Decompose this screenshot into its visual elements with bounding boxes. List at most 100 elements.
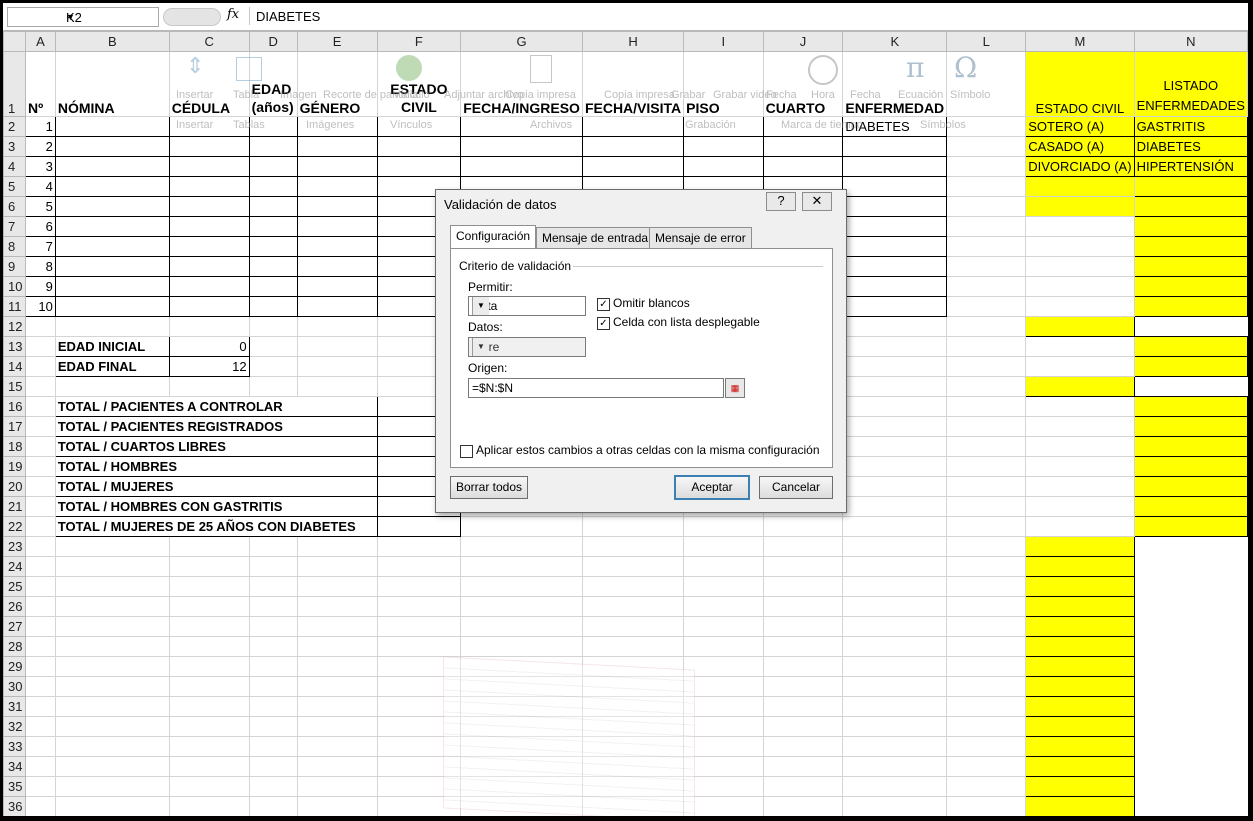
grid-cell[interactable] (24, 756, 56, 777)
grid-cell[interactable] (842, 736, 948, 757)
grid-cell[interactable] (460, 136, 583, 157)
grid-cell[interactable] (842, 496, 948, 517)
grid-cell[interactable] (248, 116, 298, 137)
grid-cell[interactable] (54, 576, 170, 597)
grid-cell[interactable] (460, 116, 583, 137)
grid-cell[interactable] (581, 596, 685, 617)
grid-cell[interactable] (683, 596, 764, 617)
grid-cell[interactable] (54, 256, 170, 277)
grid-cell[interactable] (248, 256, 298, 277)
grid-cell[interactable] (946, 556, 1027, 577)
grid-cell[interactable] (24, 776, 56, 797)
column-header-e[interactable]: E (296, 31, 378, 52)
estado-civil-list-item[interactable]: DIVORCIADO (A) (1025, 156, 1135, 177)
grid-cell[interactable] (296, 116, 378, 137)
patient-number-cell[interactable]: 9 (24, 276, 56, 297)
grid-cell[interactable] (168, 636, 250, 657)
grid-cell[interactable] (296, 176, 378, 197)
grid-cell[interactable] (24, 576, 56, 597)
grid-cell[interactable] (248, 796, 298, 816)
patient-number-cell[interactable]: 6 (24, 216, 56, 237)
grid-cell[interactable] (248, 316, 298, 337)
grid-cell[interactable] (842, 556, 948, 577)
grid-cell[interactable] (54, 276, 170, 297)
tab-configuracion[interactable]: Configuración (450, 225, 537, 248)
grid-cell[interactable] (296, 216, 378, 237)
header-cell-fecha-ingreso[interactable]: FECHA/INGRESO (460, 51, 583, 117)
grid-cell[interactable] (946, 616, 1027, 637)
grid-cell[interactable] (946, 156, 1027, 177)
grid-cell[interactable] (54, 296, 170, 317)
grid-cell[interactable] (296, 756, 378, 777)
grid-cell[interactable] (842, 256, 948, 277)
grid-cell[interactable] (54, 736, 170, 757)
edad-final-label[interactable]: EDAD FINAL (54, 356, 170, 377)
grid-cell[interactable] (168, 256, 250, 277)
grid-cell[interactable] (1025, 236, 1135, 257)
grid-cell[interactable] (168, 136, 250, 157)
range-picker-icon[interactable]: ▦ (725, 378, 745, 398)
grid-cell[interactable] (946, 696, 1027, 717)
grid-cell[interactable] (1133, 476, 1248, 497)
row-header[interactable]: 7 (3, 216, 26, 237)
column-header-m[interactable]: M (1025, 31, 1135, 52)
grid-cell[interactable] (376, 556, 462, 577)
grid-cell[interactable] (762, 536, 844, 557)
grid-cell[interactable] (946, 436, 1027, 457)
grid-cell[interactable] (168, 116, 250, 137)
grid-cell[interactable] (1025, 436, 1135, 457)
estado-civil-list-item[interactable]: SOTERO (A) (1025, 116, 1135, 137)
grid-cell[interactable] (683, 796, 764, 816)
grid-cell[interactable] (296, 736, 378, 757)
grid-cell[interactable] (24, 376, 56, 397)
grid-cell[interactable] (248, 536, 298, 557)
grid-cell[interactable] (54, 176, 170, 197)
grid-cell[interactable] (762, 636, 844, 657)
patient-number-cell[interactable]: 5 (24, 196, 56, 217)
grid-cell[interactable] (762, 616, 844, 637)
header-cell-enfermedad[interactable]: ENFERMEDAD (842, 51, 948, 117)
grid-cell[interactable] (1133, 176, 1248, 197)
grid-cell[interactable] (762, 116, 844, 137)
grid-cell[interactable] (296, 536, 378, 557)
grid-cell[interactable] (683, 536, 764, 557)
grid-cell[interactable] (24, 556, 56, 577)
grid-cell[interactable] (168, 756, 250, 777)
grid-cell[interactable] (54, 136, 170, 157)
grid-cell[interactable] (1133, 196, 1248, 217)
grid-cell[interactable] (296, 776, 378, 797)
grid-cell[interactable] (376, 536, 462, 557)
grid-cell[interactable] (248, 276, 298, 297)
grid-cell[interactable] (460, 536, 583, 557)
grid-cell[interactable] (296, 576, 378, 597)
grid-cell[interactable] (1025, 416, 1135, 437)
grid-cell[interactable] (248, 176, 298, 197)
column-header-i[interactable]: I (683, 31, 764, 52)
grid-cell[interactable] (1025, 696, 1135, 717)
grid-cell[interactable] (683, 116, 764, 137)
fx-icon[interactable]: fx (227, 7, 239, 22)
grid-cell[interactable] (946, 636, 1027, 657)
grid-cell[interactable] (168, 596, 250, 617)
grid-cell[interactable] (1025, 736, 1135, 757)
formula-input[interactable]: DIABETES (249, 7, 1240, 25)
column-header-d[interactable]: D (248, 31, 298, 52)
grid-cell[interactable] (683, 756, 764, 777)
grid-cell[interactable] (683, 616, 764, 637)
grid-cell[interactable] (54, 716, 170, 737)
grid-cell[interactable] (54, 116, 170, 137)
select-all-corner[interactable] (3, 31, 26, 52)
grid-cell[interactable] (1025, 716, 1135, 737)
grid-cell[interactable] (248, 156, 298, 177)
enfermedad-list-item[interactable]: GASTRITIS (1133, 116, 1248, 137)
grid-cell[interactable] (1025, 456, 1135, 477)
row-header[interactable]: 22 (3, 516, 26, 537)
row-header[interactable]: 27 (3, 616, 26, 637)
grid-cell[interactable] (24, 696, 56, 717)
grid-cell[interactable] (842, 656, 948, 677)
grid-cell[interactable] (842, 716, 948, 737)
grid-cell[interactable] (1025, 536, 1135, 557)
grid-cell[interactable] (1025, 556, 1135, 577)
grid-cell[interactable] (683, 136, 764, 157)
grid-cell[interactable] (1025, 636, 1135, 657)
